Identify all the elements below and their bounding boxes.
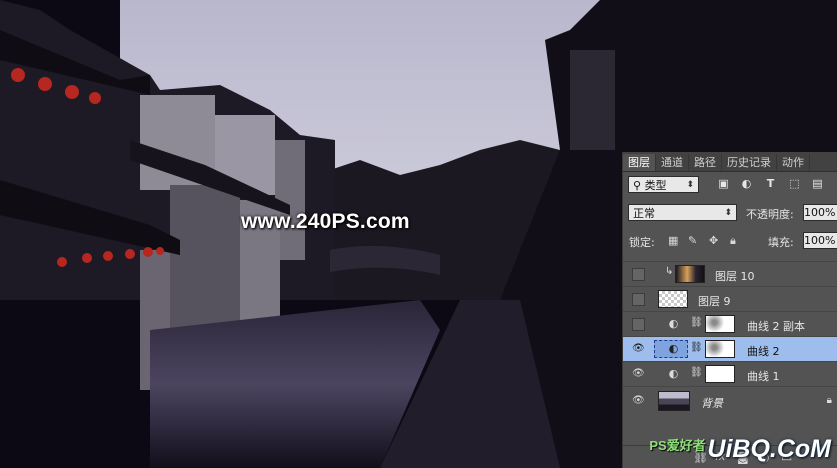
layer-row[interactable]: 👁︎ ◐ ⛓︎ 曲线 1 <box>623 361 837 386</box>
type-filter-icon[interactable]: T <box>764 177 777 190</box>
tab-channels[interactable]: 通道 <box>656 154 689 171</box>
site-logo-main: UiBQ.CoM <box>707 435 831 463</box>
visibility-toggle[interactable] <box>632 318 645 331</box>
mask-thumbnail <box>705 315 735 333</box>
layer-row[interactable]: ◐ ⛓︎ 曲线 2 副本 <box>623 311 837 336</box>
opacity-label: 不透明度: <box>746 208 794 221</box>
layer-row[interactable]: ↳ 图层 10 <box>623 261 837 286</box>
lock-image-icon[interactable]: ✎ <box>688 234 697 247</box>
layer-row[interactable]: 图层 9 <box>623 286 837 311</box>
eye-icon[interactable]: 👁︎ <box>632 343 645 355</box>
blend-mode-label: 正常 <box>633 207 655 220</box>
tab-layers[interactable]: 图层 <box>623 154 656 171</box>
visibility-toggle[interactable] <box>632 268 645 281</box>
image-filter-icon[interactable]: ▣ <box>717 177 730 190</box>
mask-thumbnail <box>705 340 735 358</box>
mask-thumbnail <box>705 365 735 383</box>
lock-label: 锁定: <box>629 236 655 249</box>
link-icon: ⛓︎ <box>690 367 703 378</box>
layer-name: 背景 <box>701 397 723 410</box>
layer-thumbnail <box>658 290 688 308</box>
layer-name: 曲线 2 副本 <box>747 320 805 333</box>
filter-kind-label: 类型 <box>644 179 667 192</box>
lock-transparent-icon[interactable]: ▦ <box>668 234 678 247</box>
eye-icon[interactable]: 👁︎ <box>632 395 645 407</box>
eye-icon[interactable]: 👁︎ <box>632 368 645 380</box>
chevron-updown-icon: ⬍ <box>686 180 694 190</box>
visibility-toggle[interactable] <box>632 293 645 306</box>
site-logo: PS爱好者 UiBQ.CoM <box>649 435 831 464</box>
tab-paths[interactable]: 路径 <box>689 154 722 171</box>
layers-panel: 图层 通道 路径 历史记录 动作 ⚲ 类型 ⬍ ▣ ◐ T ⬚ ▤ 正常 ⬍ 不… <box>622 152 837 468</box>
adjustment-filter-icon[interactable]: ◐ <box>740 177 753 190</box>
layer-row[interactable]: 👁︎ 背景 🔒︎ <box>623 386 837 414</box>
curves-adjustment-icon: ◐ <box>668 317 679 330</box>
layer-name: 曲线 1 <box>747 370 780 383</box>
filter-kind-select[interactable]: ⚲ 类型 ⬍ <box>628 176 699 193</box>
layer-name: 曲线 2 <box>747 345 780 358</box>
panel-tabs: 图层 通道 路径 历史记录 动作 <box>623 152 837 172</box>
link-icon: ⛓︎ <box>690 342 703 353</box>
tab-actions[interactable]: 动作 <box>777 154 810 171</box>
opacity-input[interactable]: 100% <box>803 204 837 221</box>
lock-all-icon[interactable]: 🔒︎ <box>730 234 736 248</box>
link-icon: ⛓︎ <box>690 317 703 328</box>
layer-name: 图层 9 <box>698 295 731 308</box>
tab-history[interactable]: 历史记录 <box>722 154 777 171</box>
shape-filter-icon[interactable]: ⬚ <box>788 177 801 190</box>
curves-adjustment-icon: ◐ <box>668 342 679 355</box>
clipping-arrow-icon: ↳ <box>665 266 674 277</box>
fill-input[interactable]: 100% <box>803 232 837 249</box>
curves-adjustment-icon: ◐ <box>668 367 679 380</box>
layer-thumbnail <box>658 391 690 411</box>
layer-name: 图层 10 <box>715 270 755 283</box>
fill-label: 填充: <box>768 236 794 249</box>
lock-position-icon[interactable]: ✥ <box>709 234 718 247</box>
site-logo-small: PS爱好者 <box>649 438 706 453</box>
chevron-updown-icon: ⬍ <box>724 208 732 218</box>
lock-icon: 🔒︎ <box>826 395 832 406</box>
watermark-text: www.240PS.com <box>241 210 410 233</box>
search-icon: ⚲ <box>633 179 645 192</box>
smart-object-filter-icon[interactable]: ▤ <box>811 177 824 190</box>
layer-thumbnail <box>675 265 705 283</box>
blend-mode-select[interactable]: 正常 ⬍ <box>628 204 737 221</box>
layer-row-selected[interactable]: 👁︎ ◐ ⛓︎ 曲线 2 <box>623 336 837 361</box>
